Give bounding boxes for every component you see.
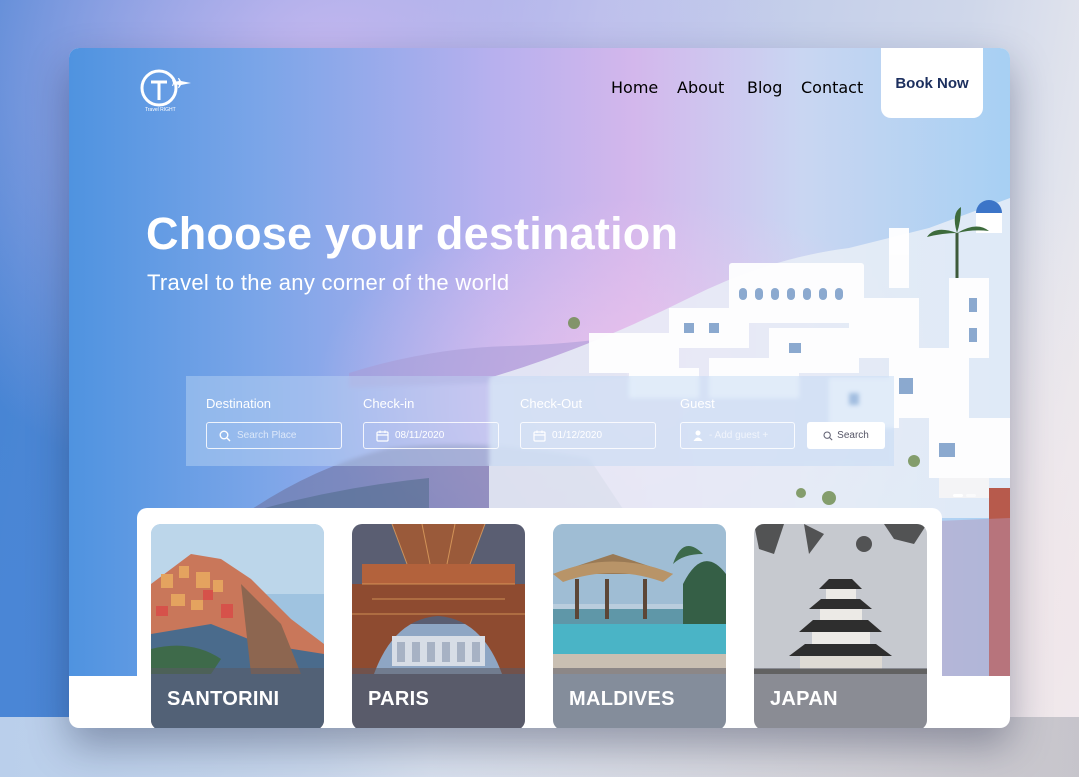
checkout-value: 01/12/2020 bbox=[552, 430, 603, 441]
destination-placeholder: Search Place bbox=[237, 430, 297, 441]
destination-card-paris[interactable]: PARIS bbox=[352, 524, 525, 728]
nav-blog-link[interactable]: Blog bbox=[747, 78, 782, 97]
hero-title: Choose your destination bbox=[146, 208, 679, 259]
destination-input[interactable]: Search Place bbox=[206, 422, 342, 449]
carousel-dot-2[interactable] bbox=[966, 494, 976, 497]
search-button[interactable]: Search bbox=[807, 422, 885, 449]
book-now-button[interactable]: Book Now bbox=[881, 48, 983, 118]
guest-placeholder: - Add guest + bbox=[709, 430, 769, 441]
guest-stepper[interactable]: - Add guest + bbox=[680, 422, 795, 449]
card-caption: JAPAN bbox=[754, 668, 927, 728]
website-frame: Travel RIGHT Home About Blog Contact Boo… bbox=[69, 48, 1010, 728]
svg-text:Travel RIGHT: Travel RIGHT bbox=[145, 107, 176, 113]
guest-label: Guest bbox=[680, 396, 715, 411]
calendar-icon bbox=[376, 430, 389, 442]
destinations-panel: SANTORINI PARIS MALDIVES JAPAN bbox=[137, 508, 942, 728]
brand-logo[interactable]: Travel RIGHT bbox=[139, 68, 195, 114]
destination-card-maldives[interactable]: MALDIVES bbox=[553, 524, 726, 728]
search-icon bbox=[219, 430, 231, 441]
hero-subtitle: Travel to the any corner of the world bbox=[147, 270, 510, 295]
card-caption: MALDIVES bbox=[553, 668, 726, 728]
carousel-dot-1[interactable] bbox=[953, 494, 963, 497]
carousel-dots bbox=[953, 494, 976, 497]
search-panel: Destination Search Place Check-in 08/11/… bbox=[186, 376, 894, 466]
checkout-label: Check-Out bbox=[520, 396, 583, 411]
destination-card-japan[interactable]: JAPAN bbox=[754, 524, 927, 728]
nav-contact-link[interactable]: Contact bbox=[801, 78, 863, 97]
calendar-icon bbox=[533, 430, 546, 442]
destination-label: Destination bbox=[206, 396, 272, 411]
search-button-label: Search bbox=[837, 430, 869, 441]
user-icon bbox=[693, 430, 703, 441]
checkin-label: Check-in bbox=[363, 396, 415, 411]
search-icon bbox=[823, 430, 833, 441]
card-caption: PARIS bbox=[352, 668, 525, 728]
card-caption: SANTORINI bbox=[151, 668, 324, 728]
destination-card-santorini[interactable]: SANTORINI bbox=[151, 524, 324, 728]
nav-home-link[interactable]: Home bbox=[611, 78, 658, 97]
checkin-date-field[interactable]: 08/11/2020 bbox=[363, 422, 499, 449]
checkin-value: 08/11/2020 bbox=[395, 430, 445, 441]
checkout-date-field[interactable]: 01/12/2020 bbox=[520, 422, 656, 449]
nav-about-link[interactable]: About bbox=[677, 78, 724, 97]
